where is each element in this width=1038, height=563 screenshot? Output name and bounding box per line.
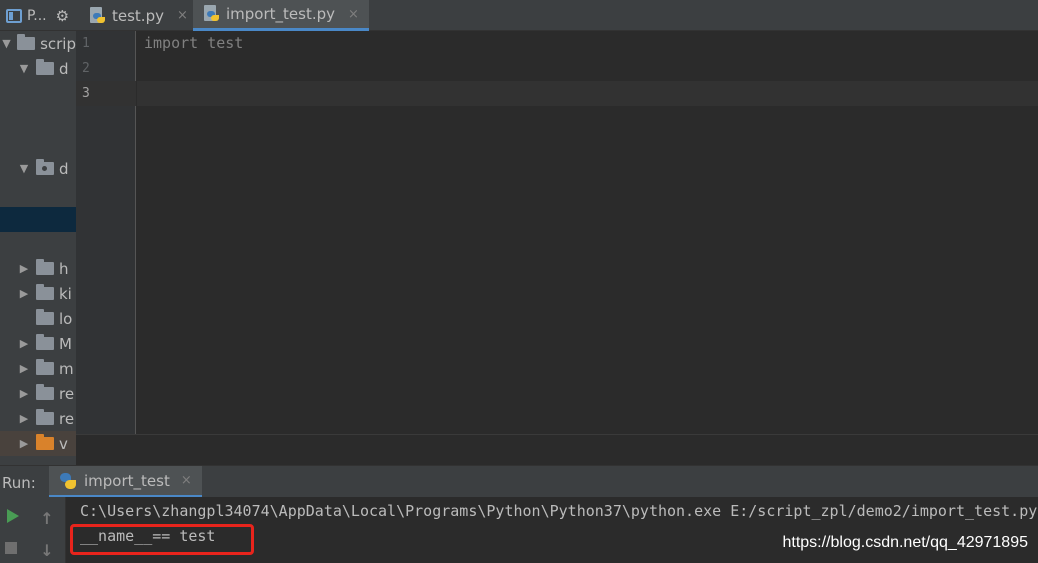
folder-icon	[36, 334, 54, 350]
venv-folder-icon	[36, 434, 54, 450]
tree-item-label: m	[59, 359, 74, 378]
tree-item-label: lo	[59, 309, 73, 328]
tree-item[interactable]: ▶ m	[0, 356, 76, 381]
chevron-down-icon[interactable]: ▼	[16, 62, 32, 75]
scroll-up-button[interactable]: ↑	[36, 507, 58, 529]
tree-item[interactable]: ▶ ki	[0, 281, 76, 306]
current-line-highlight	[137, 81, 1038, 106]
tree-selected-row[interactable]	[0, 207, 76, 232]
tree-item-label: M	[59, 334, 72, 353]
chevron-down-icon[interactable]: ▼	[16, 162, 32, 175]
python-file-icon	[203, 5, 219, 23]
chevron-right-icon[interactable]: ▶	[16, 362, 32, 375]
tree-item[interactable]: ▼ d	[0, 56, 76, 81]
chevron-right-icon[interactable]: ▶	[16, 262, 32, 275]
line-number: 1	[82, 36, 90, 51]
tree-item-label: d	[59, 159, 69, 178]
tab-test-py[interactable]: test.py ×	[79, 0, 198, 31]
code-line[interactable]: import test	[144, 34, 243, 52]
tree-item-label: re	[59, 409, 75, 428]
tree-item-label: v	[59, 434, 68, 453]
tab-import-test-py[interactable]: import_test.py ×	[193, 0, 369, 31]
arrow-up-icon: ↑	[40, 508, 54, 528]
gear-icon[interactable]: ⚙	[56, 7, 69, 25]
console-command-line: C:\Users\zhangpl34074\AppData\Local\Prog…	[80, 502, 1038, 520]
folder-icon	[36, 284, 54, 300]
highlight-box	[70, 524, 254, 555]
editor-bottom-area	[76, 434, 1038, 465]
line-number: 2	[82, 61, 90, 76]
tree-item[interactable]: ▶ re	[0, 381, 76, 406]
tree-item-label: ki	[59, 284, 72, 303]
project-icon	[6, 8, 22, 23]
folder-icon	[36, 59, 54, 75]
folder-icon	[36, 309, 54, 325]
close-icon[interactable]: ×	[348, 7, 359, 22]
scroll-down-button[interactable]: ↓	[36, 539, 58, 561]
folder-icon	[36, 409, 54, 425]
project-panel-title: P...	[27, 7, 47, 24]
tree-item[interactable]: ▶ h	[0, 256, 76, 281]
tree-item[interactable]: ▶ v	[0, 431, 76, 456]
folder-icon	[36, 384, 54, 400]
tree-item-label: d	[59, 59, 69, 78]
tree-item-label: re	[59, 384, 75, 403]
top-bar: P... ⚙ test.py × import_test.py ×	[0, 0, 1038, 31]
run-tool-header: Run: import_test ×	[0, 465, 1038, 498]
folder-icon	[36, 359, 54, 375]
tree-item-label: scrip	[40, 34, 76, 53]
tab-label: import_test.py	[226, 5, 335, 23]
arrow-down-icon: ↓	[40, 540, 54, 560]
close-icon[interactable]: ×	[177, 8, 188, 23]
tree-item-label: h	[59, 259, 69, 278]
watermark: https://blog.csdn.net/qq_42971895	[782, 534, 1028, 551]
rerun-button[interactable]	[2, 505, 24, 527]
line-number: 3	[82, 86, 90, 101]
chevron-right-icon[interactable]: ▶	[16, 412, 32, 425]
folder-icon	[17, 34, 36, 50]
chevron-right-icon[interactable]: ▶	[16, 387, 32, 400]
chevron-down-icon[interactable]: ▼	[0, 37, 13, 50]
stop-button[interactable]	[0, 537, 22, 559]
folder-icon	[36, 259, 54, 275]
project-tree[interactable]: ▼ scrip ▼ d ▼ d ▶ h ▶ ki lo ▶ M ▶ m ▶ re…	[0, 31, 76, 465]
play-icon	[7, 509, 19, 523]
package-folder-icon	[36, 159, 54, 175]
run-toolbar: ↑ ↓	[0, 497, 66, 563]
stop-icon	[5, 542, 17, 554]
tree-item[interactable]: ▶ re	[0, 406, 76, 431]
python-file-icon	[89, 6, 105, 25]
chevron-right-icon[interactable]: ▶	[16, 287, 32, 300]
run-tab-label: import_test	[84, 471, 170, 490]
tree-item[interactable]: ▼ scrip	[0, 31, 76, 56]
run-tab-import-test[interactable]: import_test ×	[49, 466, 202, 498]
tree-item[interactable]: ▶ M	[0, 331, 76, 356]
tree-item[interactable]: ▼ d	[0, 156, 76, 181]
project-panel-header[interactable]: P... ⚙	[0, 0, 76, 31]
python-icon	[59, 472, 77, 490]
close-icon[interactable]: ×	[181, 473, 192, 488]
tree-item[interactable]: lo	[0, 306, 76, 331]
tab-label: test.py	[112, 6, 164, 25]
chevron-right-icon[interactable]: ▶	[16, 437, 32, 450]
chevron-right-icon[interactable]: ▶	[16, 337, 32, 350]
run-label: Run:	[2, 474, 36, 492]
